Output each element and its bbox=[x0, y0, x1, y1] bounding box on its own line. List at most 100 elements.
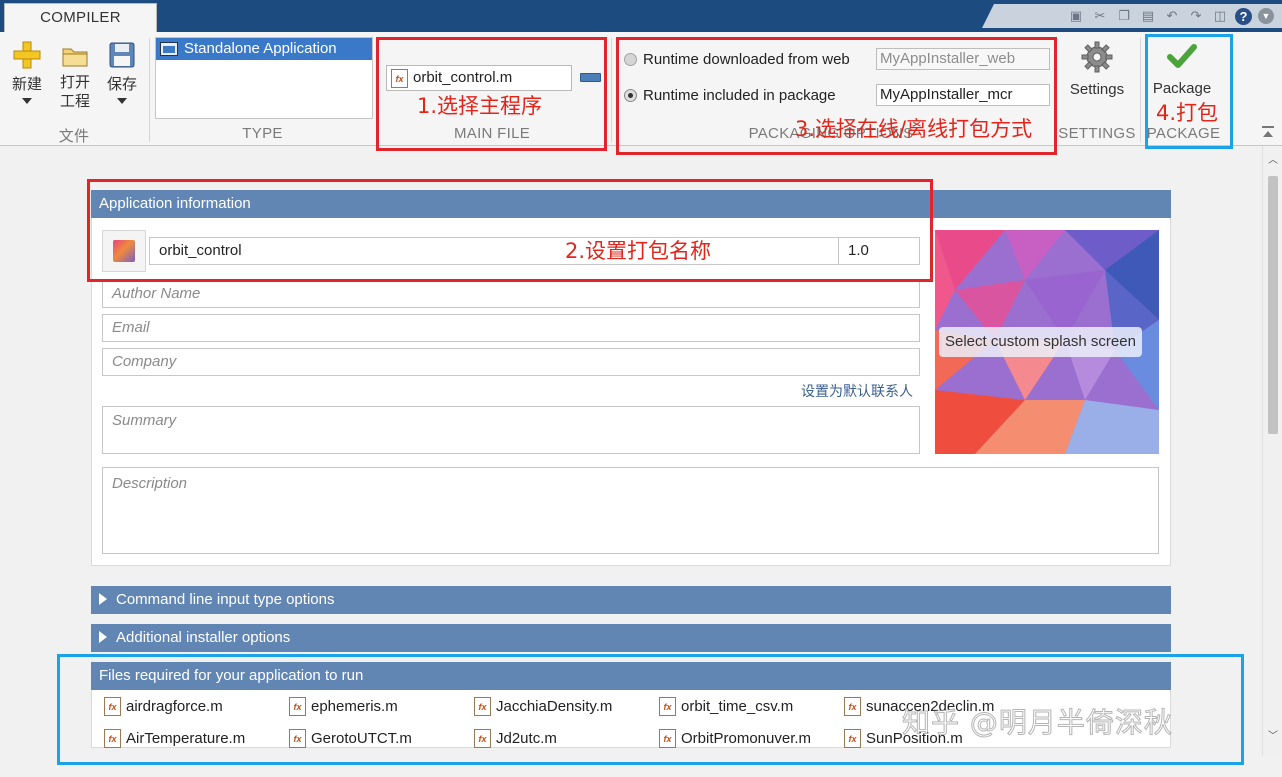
app-icon-picker[interactable] bbox=[102, 230, 146, 272]
annotation-step1: 1.选择主程序 bbox=[417, 94, 543, 118]
file-name: JacchiaDensity.m bbox=[496, 698, 613, 715]
remove-main-file-button[interactable] bbox=[580, 73, 601, 82]
author-name-input[interactable]: Author Name bbox=[102, 280, 920, 308]
save-label: 保存 bbox=[106, 76, 137, 93]
additional-installer-options-header[interactable]: Additional installer options bbox=[91, 624, 1171, 652]
scroll-up-icon[interactable]: ︿ bbox=[1268, 156, 1278, 166]
email-input[interactable]: Email bbox=[102, 314, 920, 342]
additional-installer-options-section[interactable]: Additional installer options bbox=[91, 624, 1171, 652]
m-file-icon: fx bbox=[104, 697, 121, 716]
vertical-scrollbar[interactable]: ︿ ﹀ bbox=[1262, 146, 1282, 756]
annotation-step4: 4.打包 bbox=[1156, 101, 1219, 125]
file-name: AirTemperature.m bbox=[126, 730, 246, 747]
m-file-icon: fx bbox=[659, 697, 676, 716]
settings-button[interactable]: Settings bbox=[1062, 40, 1132, 98]
file-item[interactable]: fx Jd2utc.m bbox=[474, 729, 557, 748]
floppy-disk-icon bbox=[109, 42, 135, 68]
application-window-icon bbox=[160, 42, 178, 56]
company-input[interactable]: Company bbox=[102, 348, 920, 376]
scrollbar-thumb[interactable] bbox=[1268, 176, 1278, 434]
radio-button-selected[interactable] bbox=[624, 89, 637, 102]
installer-name-web-input[interactable]: MyAppInstaller_web bbox=[876, 48, 1050, 70]
ribbon: 新建 打开 工程 保存 文件 Standalone Application TY… bbox=[0, 32, 1282, 146]
scroll-down-icon[interactable]: ﹀ bbox=[1268, 732, 1278, 742]
file-name: GerotoUTCT.m bbox=[311, 730, 412, 747]
radio-button-unselected[interactable] bbox=[624, 53, 637, 66]
type-item-label: Standalone Application bbox=[184, 40, 337, 57]
group-label-type: TYPE bbox=[242, 125, 283, 142]
m-file-icon: fx bbox=[391, 68, 408, 88]
file-item[interactable]: fx GerotoUTCT.m bbox=[289, 729, 412, 748]
file-item[interactable]: fx airdragforce.m bbox=[104, 697, 223, 716]
installer-name-mcr-input[interactable]: MyAppInstaller_mcr bbox=[876, 84, 1050, 106]
m-file-icon: fx bbox=[844, 697, 861, 716]
title-bar: COMPILER ▣ ✂ ❐ ▤ ↶ ↷ ◫ ? ▼ bbox=[0, 0, 1282, 32]
save-dropdown-icon[interactable] bbox=[117, 98, 127, 104]
gear-icon bbox=[1081, 41, 1113, 73]
application-information-header: Application information bbox=[91, 190, 1171, 218]
annotation-step3: 3.选择在线/离线打包方式 bbox=[795, 117, 1033, 141]
radio-runtime-package[interactable]: Runtime included in package bbox=[624, 87, 836, 104]
file-item[interactable]: fx JacchiaDensity.m bbox=[474, 697, 612, 716]
new-button[interactable]: 新建 bbox=[8, 40, 46, 104]
cut-icon[interactable]: ✂ bbox=[1091, 7, 1109, 25]
group-label-file: 文件 bbox=[58, 128, 90, 145]
summary-input[interactable]: Summary bbox=[102, 406, 920, 454]
folder-icon bbox=[62, 48, 88, 67]
main-file-name: orbit_control.m bbox=[413, 69, 513, 86]
m-file-icon: fx bbox=[474, 729, 491, 748]
radio-runtime-web-label: Runtime downloaded from web bbox=[643, 51, 850, 68]
set-default-contact-link[interactable]: 设置为默认联系人 bbox=[801, 381, 913, 401]
open-label-line1: 打开 bbox=[59, 74, 90, 91]
m-file-icon: fx bbox=[474, 697, 491, 716]
m-file-icon: fx bbox=[104, 729, 121, 748]
expand-arrow-icon bbox=[99, 631, 107, 643]
copy-icon[interactable]: ❐ bbox=[1115, 7, 1133, 25]
checkmark-icon bbox=[1167, 44, 1197, 68]
package-button[interactable]: Package bbox=[1147, 40, 1217, 97]
file-item[interactable]: fx OrbitPromonuver.m bbox=[659, 729, 811, 748]
radio-runtime-web[interactable]: Runtime downloaded from web bbox=[624, 51, 850, 68]
annotation-step2: 2.设置打包名称 bbox=[565, 239, 712, 263]
file-item[interactable]: fx ephemeris.m bbox=[289, 697, 398, 716]
command-line-options-label: Command line input type options bbox=[116, 591, 335, 608]
m-file-icon: fx bbox=[289, 697, 306, 716]
application-type-list[interactable]: Standalone Application bbox=[155, 37, 373, 119]
file-name: OrbitPromonuver.m bbox=[681, 730, 812, 747]
description-input[interactable]: Description bbox=[102, 467, 1159, 554]
command-line-options-section[interactable]: Command line input type options bbox=[91, 586, 1171, 614]
group-label-package: PACKAGE bbox=[1146, 125, 1221, 142]
settings-label: Settings bbox=[1069, 81, 1125, 98]
file-item[interactable]: fx AirTemperature.m bbox=[104, 729, 245, 748]
open-project-button[interactable]: 打开 工程 bbox=[56, 40, 94, 111]
command-line-options-header[interactable]: Command line input type options bbox=[91, 586, 1171, 614]
plus-icon bbox=[13, 41, 41, 69]
undo-icon[interactable]: ↶ bbox=[1163, 7, 1181, 25]
save-icon[interactable]: ▣ bbox=[1067, 7, 1085, 25]
paste-icon[interactable]: ▤ bbox=[1139, 7, 1157, 25]
file-item[interactable]: fx orbit_time_csv.m bbox=[659, 697, 793, 716]
additional-installer-options-label: Additional installer options bbox=[116, 629, 291, 646]
switch-windows-icon[interactable]: ◫ bbox=[1211, 7, 1229, 25]
redo-icon[interactable]: ↷ bbox=[1187, 7, 1205, 25]
collapse-toolstrip-icon[interactable] bbox=[1261, 126, 1275, 138]
type-item-standalone[interactable]: Standalone Application bbox=[156, 38, 372, 60]
new-dropdown-icon[interactable] bbox=[22, 98, 32, 104]
file-name: orbit_time_csv.m bbox=[681, 698, 794, 715]
files-required-header: Files required for your application to r… bbox=[91, 662, 1171, 690]
version-input[interactable]: 1.0 bbox=[838, 237, 920, 265]
splash-screen-image[interactable]: Select custom splash screen bbox=[935, 230, 1159, 454]
app-name-input[interactable]: orbit_control bbox=[149, 237, 839, 265]
file-name: airdragforce.m bbox=[126, 698, 223, 715]
save-button[interactable]: 保存 bbox=[103, 40, 141, 104]
expand-toolstrip-icon[interactable]: ▼ bbox=[1258, 8, 1274, 24]
select-custom-splash-button[interactable]: Select custom splash screen bbox=[939, 327, 1142, 357]
tab-compiler[interactable]: COMPILER bbox=[4, 3, 157, 32]
m-file-icon: fx bbox=[659, 729, 676, 748]
help-icon[interactable]: ? bbox=[1235, 7, 1252, 25]
file-name: ephemeris.m bbox=[311, 698, 398, 715]
m-file-icon: fx bbox=[844, 729, 861, 748]
expand-arrow-icon bbox=[99, 593, 107, 605]
file-name: Jd2utc.m bbox=[496, 730, 557, 747]
main-file-item[interactable]: fx orbit_control.m bbox=[386, 65, 572, 91]
